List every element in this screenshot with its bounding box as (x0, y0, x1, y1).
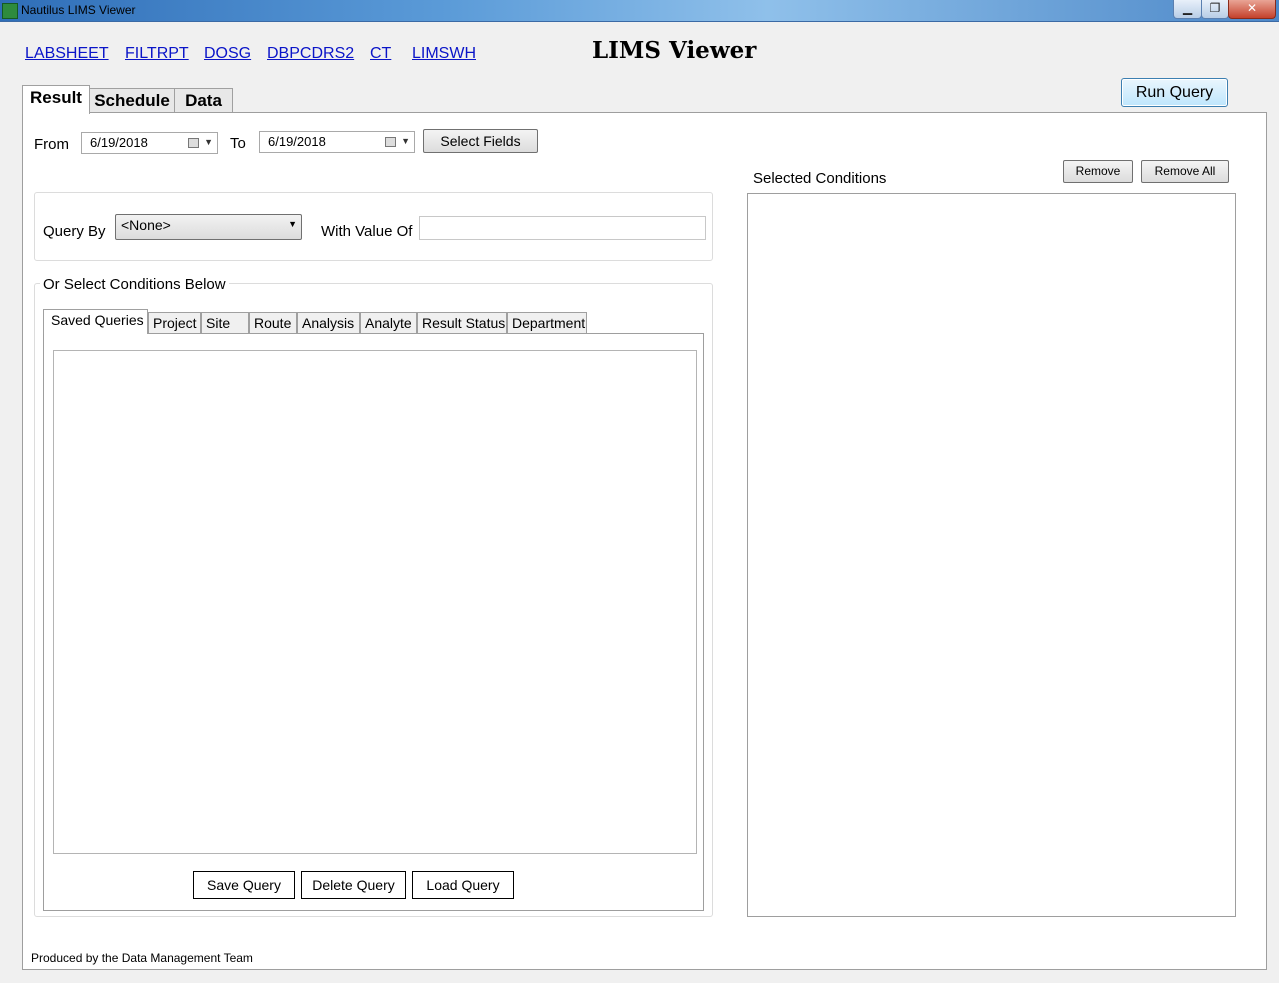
link-labsheet[interactable]: LABSHEET (25, 45, 109, 63)
link-ct[interactable]: CT (370, 45, 391, 63)
select-fields-button[interactable]: Select Fields (423, 129, 538, 153)
selected-conditions-label: Selected Conditions (753, 170, 887, 187)
save-query-button[interactable]: Save Query (193, 871, 295, 899)
tab-data[interactable]: Data (174, 88, 233, 113)
chevron-down-icon: ▼ (204, 137, 213, 147)
query-by-select[interactable]: <None> ▼ (115, 214, 302, 240)
selected-conditions-list[interactable] (747, 193, 1236, 917)
with-value-input[interactable] (419, 216, 706, 240)
to-date-picker[interactable]: 6/19/2018 ▼ (259, 131, 415, 153)
with-value-label: With Value Of (321, 223, 413, 240)
to-label: To (230, 135, 246, 152)
chevron-down-icon: ▼ (401, 136, 410, 146)
conditions-group-label: Or Select Conditions Below (40, 276, 229, 293)
calendar-icon (385, 137, 396, 147)
saved-queries-list[interactable] (53, 350, 697, 854)
tab-route[interactable]: Route (249, 312, 297, 333)
link-filtrpt[interactable]: FILTRPT (125, 45, 189, 63)
tab-saved-queries[interactable]: Saved Queries (43, 309, 148, 334)
tab-result-status[interactable]: Result Status (417, 312, 507, 333)
from-date-value: 6/19/2018 (90, 135, 148, 150)
tab-project[interactable]: Project (148, 312, 201, 333)
link-limswh[interactable]: LIMSWH (412, 45, 476, 63)
window-title: Nautilus LIMS Viewer (21, 3, 136, 17)
to-date-value: 6/19/2018 (268, 134, 326, 149)
chevron-down-icon: ▼ (288, 219, 297, 229)
page-title: LIMS Viewer (592, 37, 757, 64)
query-by-label: Query By (43, 223, 106, 240)
query-by-value: <None> (121, 217, 171, 233)
calendar-icon (188, 138, 199, 148)
tab-analysis[interactable]: Analysis (297, 312, 360, 333)
tab-analyte[interactable]: Analyte (360, 312, 417, 333)
close-button[interactable]: ✕ (1228, 0, 1276, 19)
maximize-button[interactable]: ❐ (1201, 0, 1229, 19)
tab-department[interactable]: Department (507, 312, 587, 333)
footer-credit: Produced by the Data Management Team (31, 951, 253, 965)
from-label: From (34, 136, 69, 153)
delete-query-button[interactable]: Delete Query (301, 871, 406, 899)
tab-schedule[interactable]: Schedule (88, 88, 176, 113)
app-icon (2, 3, 18, 19)
minimize-button[interactable]: ▁ (1173, 0, 1202, 19)
tab-site[interactable]: Site (201, 312, 249, 333)
remove-all-button[interactable]: Remove All (1141, 160, 1229, 183)
link-dbpcdrs2[interactable]: DBPCDRS2 (267, 45, 354, 63)
link-dosg[interactable]: DOSG (204, 45, 251, 63)
title-bar: Nautilus LIMS Viewer ▁ ❐ ✕ (0, 0, 1279, 22)
tab-result[interactable]: Result (22, 85, 90, 114)
load-query-button[interactable]: Load Query (412, 871, 514, 899)
from-date-picker[interactable]: 6/19/2018 ▼ (81, 132, 218, 154)
remove-button[interactable]: Remove (1063, 160, 1133, 183)
run-query-button[interactable]: Run Query (1121, 78, 1228, 107)
